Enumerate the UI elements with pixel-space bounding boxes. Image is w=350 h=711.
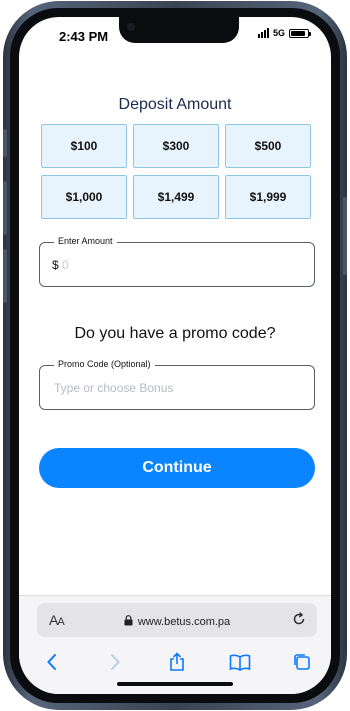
url-text: www.betus.com.pa bbox=[137, 616, 231, 628]
volume-down-button bbox=[3, 249, 7, 303]
bookmarks-icon[interactable] bbox=[229, 651, 251, 673]
promo-code-label: Promo Code (Optional) bbox=[54, 359, 155, 369]
enter-amount-field: Enter Amount $ bbox=[39, 236, 315, 287]
amount-option-500[interactable]: $500 bbox=[225, 124, 311, 168]
amount-input[interactable] bbox=[62, 255, 302, 275]
amount-option-1499[interactable]: $1,499 bbox=[133, 175, 219, 219]
amount-options: $100 $300 $500 $1,000 $1,499 $1,999 bbox=[41, 124, 311, 219]
amount-option-1999[interactable]: $1,999 bbox=[225, 175, 311, 219]
notch bbox=[119, 17, 239, 43]
status-indicators: 5G bbox=[257, 28, 311, 38]
lock-icon bbox=[124, 613, 133, 631]
currency-prefix: $ bbox=[52, 258, 59, 272]
volume-up-button bbox=[3, 181, 7, 235]
page-title: Deposit Amount bbox=[118, 96, 232, 113]
tabs-icon[interactable] bbox=[291, 651, 313, 673]
forward-icon[interactable] bbox=[104, 651, 126, 673]
url-display: www.betus.com.pa bbox=[37, 613, 317, 631]
power-button bbox=[343, 197, 347, 275]
safari-bottom-bar: AA www.betus.com.pa bbox=[19, 595, 331, 694]
back-icon[interactable] bbox=[41, 651, 63, 673]
network-label: 5G bbox=[272, 28, 285, 38]
amount-option-100[interactable]: $100 bbox=[41, 124, 127, 168]
battery-fill bbox=[291, 30, 306, 36]
promo-heading: Do you have a promo code? bbox=[74, 325, 276, 342]
share-icon[interactable] bbox=[166, 651, 188, 673]
mute-switch bbox=[3, 129, 7, 157]
browser-toolbar bbox=[19, 648, 331, 676]
amount-option-300[interactable]: $300 bbox=[133, 124, 219, 168]
address-bar[interactable]: AA www.betus.com.pa bbox=[37, 603, 317, 637]
continue-button[interactable]: Continue bbox=[39, 448, 315, 488]
status-time: 2:43 PM bbox=[59, 29, 109, 44]
home-indicator bbox=[117, 682, 233, 686]
reload-icon[interactable] bbox=[291, 611, 307, 632]
signal-icon bbox=[257, 28, 269, 38]
screen: 2:43 PM 5G Deposit Amount $100 $300 $500… bbox=[19, 17, 331, 694]
battery-icon bbox=[289, 28, 311, 38]
camera-icon bbox=[127, 23, 135, 31]
enter-amount-label: Enter Amount bbox=[54, 236, 117, 246]
promo-code-field: Promo Code (Optional) bbox=[39, 359, 315, 410]
promo-code-input[interactable] bbox=[54, 378, 304, 398]
amount-option-1000[interactable]: $1,000 bbox=[41, 175, 127, 219]
